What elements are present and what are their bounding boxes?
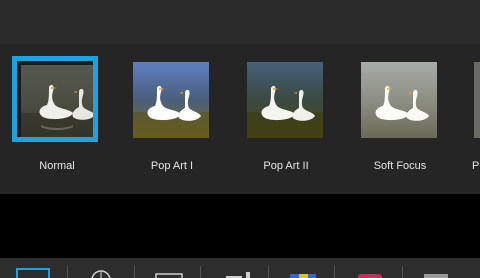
adjust-icon[interactable] [222,268,256,278]
toolbar-divider [334,266,335,278]
filter-thumbnail-soft-focus[interactable] [361,62,437,138]
filter-normal[interactable]: Normal [12,56,98,190]
filter-pop-art-2[interactable]: Pop Art II [247,62,325,190]
filter-label: Soft Focus [373,160,427,172]
filter-pop-art-1[interactable]: Pop Art I [133,62,211,190]
toolbar-divider [67,266,68,278]
frame-icon[interactable] [152,268,186,278]
toolbar-divider [200,266,201,278]
globe-icon[interactable] [84,268,118,278]
filter-label: Pop Art I [150,160,194,172]
filter-soft-focus[interactable]: Soft Focus [361,62,439,190]
effect-icon[interactable] [354,268,388,278]
preview-area [0,194,480,258]
filter-thumbnail-partial[interactable] [474,62,480,138]
toolbar-divider [134,266,135,278]
filter-partial[interactable]: P [472,62,480,190]
filter-label: P [472,160,480,172]
toolbar-divider [402,266,403,278]
toolbar-divider [268,266,269,278]
app-window: Normal Pop Art I Pop Art II Soft Focus P [0,0,480,278]
filter-label: Normal [39,160,75,172]
filter-thumbnail-normal[interactable] [12,56,98,142]
filter-label: Pop Art II [263,160,309,172]
filter-strip[interactable]: Normal Pop Art I Pop Art II Soft Focus P [0,44,480,194]
filter-thumbnail-pop-art-2[interactable] [247,62,323,138]
color-icon[interactable] [286,268,320,278]
overlay-icon[interactable] [420,268,454,278]
filter-thumbnail-pop-art-1[interactable] [133,62,209,138]
top-bar [0,0,480,44]
crop-icon[interactable] [16,268,50,278]
bottom-toolbar [0,258,480,278]
